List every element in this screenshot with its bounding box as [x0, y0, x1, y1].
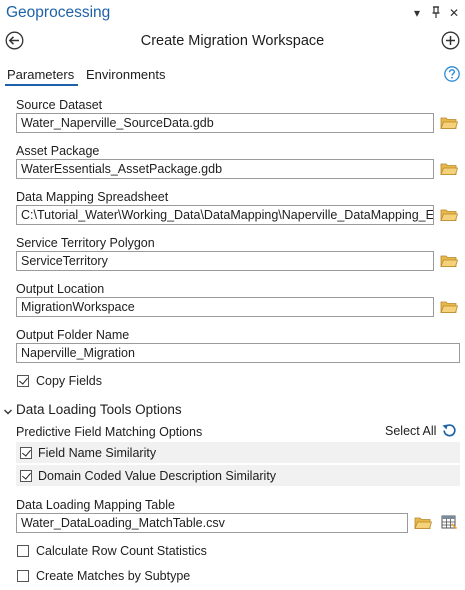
data-loading-section-title[interactable]: Data Loading Tools Options: [16, 402, 182, 417]
copy-fields-checkbox[interactable]: [17, 375, 29, 387]
domain-coded-value-checkbox[interactable]: [20, 470, 32, 482]
mapping-table-input[interactable]: Water_DataLoading_MatchTable.csv: [16, 513, 408, 533]
reset-icon[interactable]: [441, 422, 458, 439]
source-dataset-label: Source Dataset: [16, 98, 103, 112]
tab-environments[interactable]: Environments: [86, 67, 165, 82]
copy-fields-label: Copy Fields: [36, 374, 102, 388]
active-tab-indicator: [5, 84, 78, 86]
pane-title: Geoprocessing: [6, 4, 111, 21]
mapping-table-label: Data Loading Mapping Table: [16, 498, 175, 512]
output-location-label: Output Location: [16, 282, 105, 296]
folder-icon[interactable]: [440, 116, 459, 130]
folder-icon[interactable]: [440, 300, 459, 314]
folder-icon[interactable]: [440, 162, 459, 176]
output-folder-input[interactable]: Naperville_Migration: [16, 343, 460, 363]
data-mapping-label: Data Mapping Spreadsheet: [16, 190, 169, 204]
by-subtype-label: Create Matches by Subtype: [36, 569, 191, 583]
service-territory-input[interactable]: ServiceTerritory: [16, 251, 434, 271]
row-count-checkbox[interactable]: [17, 545, 29, 557]
by-subtype-checkbox[interactable]: [17, 570, 29, 582]
field-name-similarity-checkbox[interactable]: [20, 447, 32, 459]
output-folder-label: Output Folder Name: [16, 328, 130, 342]
plus-icon: [441, 31, 460, 50]
folder-icon[interactable]: [414, 516, 433, 530]
service-territory-label: Service Territory Polygon: [16, 236, 155, 250]
question-icon: [444, 66, 460, 82]
source-dataset-input[interactable]: Water_Naperville_SourceData.gdb: [16, 113, 434, 133]
field-name-similarity-label: Field Name Similarity: [38, 446, 157, 460]
domain-coded-value-label: Domain Coded Value Description Similarit…: [38, 469, 277, 483]
table-icon[interactable]: [441, 515, 458, 530]
predictive-matching-label: Predictive Field Matching Options: [16, 425, 203, 439]
folder-icon[interactable]: [440, 254, 459, 268]
add-button[interactable]: [441, 31, 460, 50]
asset-package-label: Asset Package: [16, 144, 100, 158]
close-icon[interactable]: ✕: [449, 6, 459, 20]
data-mapping-input[interactable]: C:\Tutorial_Water\Working_Data\DataMappi…: [16, 205, 434, 225]
chevron-down-icon[interactable]: [3, 404, 13, 415]
output-location-input[interactable]: MigrationWorkspace: [16, 297, 434, 317]
select-all-button[interactable]: Select All: [385, 424, 436, 438]
help-button[interactable]: [444, 66, 460, 82]
row-count-label: Calculate Row Count Statistics: [36, 544, 207, 558]
pin-icon[interactable]: [431, 5, 441, 19]
tool-title: Create Migration Workspace: [140, 33, 325, 49]
tab-parameters[interactable]: Parameters: [7, 67, 74, 82]
folder-icon[interactable]: [440, 208, 459, 222]
pane-options-dropdown[interactable]: ▾: [414, 6, 420, 20]
asset-package-input[interactable]: WaterEssentials_AssetPackage.gdb: [16, 159, 434, 179]
